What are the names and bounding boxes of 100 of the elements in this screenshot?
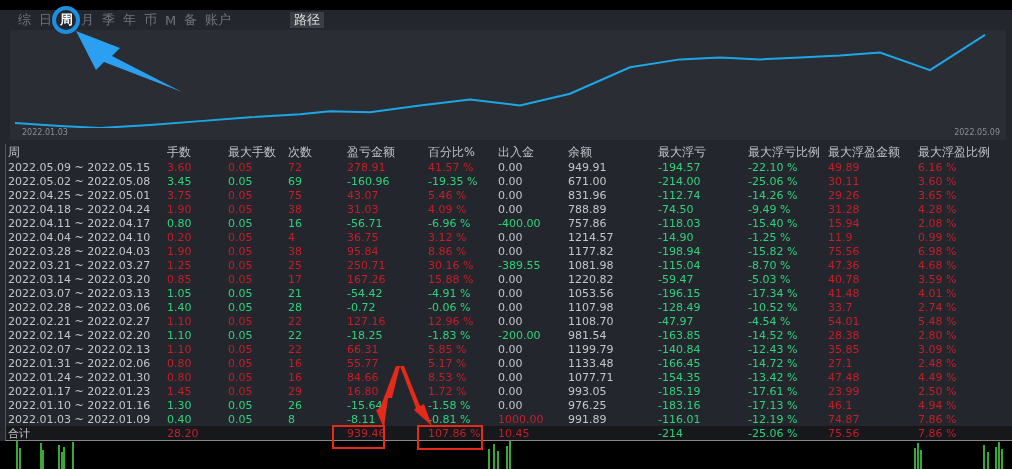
table-cell-text: -56.71 (347, 216, 384, 230)
table-cell-text: 1053.56 (568, 286, 615, 300)
table-cell-text: 16 (288, 370, 303, 384)
table-cell-text: 0.00 (498, 342, 524, 356)
table-cell-text: -198.94 (658, 244, 702, 258)
table-cell-text: 3.75 (167, 188, 193, 202)
table-cell-text: 0.00 (498, 300, 524, 314)
table-cell-text: -194.57 (658, 160, 702, 174)
table-cell-text: -15.40 % (748, 216, 799, 230)
table-cell-text: -400.00 (498, 216, 542, 230)
table-cell-text: -4.91 % (428, 286, 472, 300)
table-cell-text: 1.05 (167, 286, 193, 300)
table-cell-text: 981.54 (568, 328, 608, 342)
table-cell-text: 15.88 % (428, 272, 475, 286)
period-tab[interactable]: 日 (38, 11, 53, 29)
table-cell-text: 23.99 (828, 384, 861, 398)
table-cell-text: 0.80 (167, 216, 193, 230)
column-header: 最大手数 (228, 144, 277, 160)
table-cell-text: 0.05 (228, 314, 254, 328)
table-cell-text: 8 (288, 412, 296, 426)
table-cell-text: 0.05 (228, 174, 254, 188)
period-tab[interactable]: 备 (183, 11, 199, 29)
period-tab[interactable]: 账户 (204, 11, 233, 29)
table-cell-text: 127.16 (347, 314, 387, 328)
table-cell-text: 3.45 (167, 174, 193, 188)
table-cell-text: 35.85 (828, 342, 861, 356)
period-tab[interactable]: 年 (122, 11, 137, 29)
table-cell-text: 4.01 % (918, 286, 958, 300)
table-cell-text: 250.71 (347, 258, 387, 272)
table-cell-text: 6.98 % (918, 244, 958, 258)
table-cell-text: -8.70 % (748, 258, 792, 272)
table-cell-text: -5.03 % (748, 272, 792, 286)
column-header: 盈亏金额 (347, 144, 396, 160)
period-tab[interactable]: 月 (80, 11, 95, 29)
period-tab[interactable]: 周 (59, 11, 74, 29)
table-cell-text: -17.61 % (748, 384, 799, 398)
table-cell-text: -115.04 (658, 258, 702, 272)
table-cell-text: 41.48 (828, 286, 861, 300)
column-header: 余额 (568, 144, 593, 160)
table-cell-text: 49.89 (828, 160, 861, 174)
path-button[interactable]: 路径 (290, 12, 325, 28)
table-cell-text: 1.72 % (428, 384, 468, 398)
table-cell-text: -18.25 (347, 328, 384, 342)
table-cell-text: 1.10 (167, 328, 193, 342)
table-cell-text: 2.08 % (918, 216, 958, 230)
week-range: 2022.04.11 ~ 2022.04.17 (8, 216, 152, 230)
table-cell-text: 75.56 (828, 427, 861, 440)
week-range: 2022.02.14 ~ 2022.02.20 (8, 328, 152, 342)
week-range: 2022.01.10 ~ 2022.01.16 (8, 398, 152, 412)
table-cell-text: 55.77 (347, 356, 380, 370)
table-cell-text: 38 (288, 244, 303, 258)
table-cell-text: 5.46 % (428, 188, 468, 202)
table-cell-text: 28.20 (167, 427, 200, 440)
table-cell-text: -74.50 (658, 202, 695, 216)
week-range: 2022.02.21 ~ 2022.02.27 (8, 314, 152, 328)
table-cell-text: -6.96 % (428, 216, 472, 230)
column-header: 百分比% (428, 144, 476, 160)
table-cell-text: 0.05 (228, 202, 254, 216)
table-cell-text: 5.17 % (428, 356, 468, 370)
table-cell-text: 0.00 (498, 272, 524, 286)
table-cell-text: 0.00 (498, 286, 524, 300)
table-cell-text: -185.19 (658, 384, 702, 398)
week-range: 2022.01.24 ~ 2022.01.30 (8, 370, 152, 384)
column-header: 周 (8, 144, 21, 160)
table-cell-text: 991.89 (568, 412, 608, 426)
table-cell-text: 29.26 (828, 188, 861, 202)
table-cell-text: 0.05 (228, 160, 254, 174)
table-cell-text: 3.09 % (918, 342, 958, 356)
table-cell-text: 2.74 % (918, 300, 958, 314)
table-cell-text: 38 (288, 202, 303, 216)
table-cell-text: 0.80 (167, 356, 193, 370)
axis-date: 2022.05.09 (954, 128, 1000, 137)
table-cell-text: -140.84 (658, 342, 702, 356)
period-tab[interactable]: M (164, 12, 178, 28)
table-cell-text: 7.86 % (918, 412, 958, 426)
table-cell-text: -12.19 % (748, 412, 799, 426)
column-header: 次数 (288, 144, 313, 160)
table-cell-text: 0.00 (498, 244, 524, 258)
table-cell-text: -25.06 % (748, 427, 799, 440)
table-cell-text: 10.45 (498, 427, 531, 440)
table-cell-text: 28.38 (828, 328, 861, 342)
period-tab[interactable]: 综 (17, 11, 32, 29)
period-tab[interactable]: 币 (143, 11, 158, 29)
table-cell-text: -112.74 (658, 188, 702, 202)
table-cell-text: 6.16 % (918, 160, 958, 174)
table-cell-text: -196.15 (658, 286, 702, 300)
table-cell-text: 16 (288, 216, 303, 230)
table-cell-text: 1000.00 (498, 412, 545, 426)
table-cell-text: 1.30 (167, 398, 193, 412)
week-range: 2022.02.07 ~ 2022.02.13 (8, 342, 152, 356)
table-cell-text: 26 (288, 398, 303, 412)
table-cell-text: -15.64 (347, 398, 384, 412)
table-cell-text: -214.00 (658, 174, 702, 188)
table-cell-text: 0.00 (498, 356, 524, 370)
table-cell-text: -14.26 % (748, 188, 799, 202)
table-cell-text: 949.91 (568, 160, 608, 174)
table-cell-text: -9.49 % (748, 202, 792, 216)
week-range: 2022.01.17 ~ 2022.01.23 (8, 384, 152, 398)
period-tab[interactable]: 季 (101, 11, 116, 29)
table-cell-text: 671.00 (568, 174, 608, 188)
